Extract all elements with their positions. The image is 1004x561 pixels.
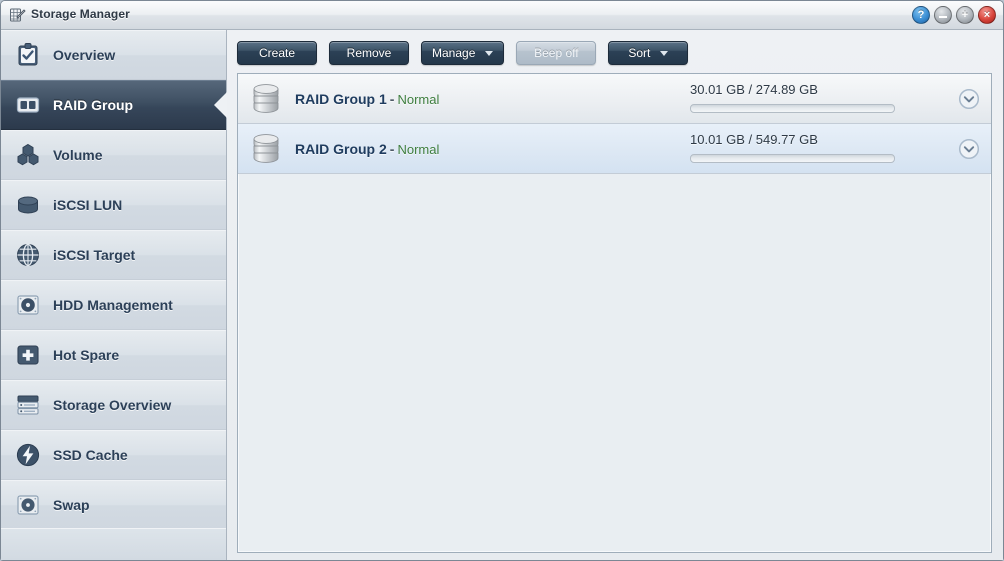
chevron-down-icon <box>485 50 494 56</box>
sidebar-item-swap[interactable]: Swap <box>1 480 226 530</box>
usage-progress-bar <box>690 154 895 163</box>
sidebar-item-iscsi-target[interactable]: iSCSI Target <box>1 230 226 280</box>
title-bar[interactable]: Storage Manager ? + × <box>1 1 1003 30</box>
swap-disk-icon <box>15 492 41 518</box>
sidebar-item-hdd-management[interactable]: HDD Management <box>1 280 226 330</box>
capacity-text: 30.01 GB / 274.89 GB <box>690 82 818 97</box>
maximize-button[interactable]: + <box>956 6 974 24</box>
close-button[interactable]: × <box>978 6 996 24</box>
chevron-down-icon <box>660 50 669 56</box>
beep-off-button[interactable]: Beep off <box>516 41 597 65</box>
raid-group-name-text: RAID Group 1 <box>295 90 387 107</box>
capacity-text: 10.01 GB / 549.77 GB <box>690 132 818 147</box>
sidebar-filler <box>1 528 226 560</box>
minimize-button[interactable] <box>934 6 952 24</box>
sidebar: Overview RAID Group Volume iSCSI LUN iSC… <box>1 30 227 560</box>
raid-group-separator: - <box>389 90 395 107</box>
manage-button-label: Manage <box>432 46 476 60</box>
server-rack-icon <box>15 392 41 418</box>
storage-manager-icon <box>9 7 26 24</box>
volume-hexagons-icon <box>15 142 41 168</box>
create-button-label: Create <box>258 46 296 60</box>
clipboard-check-icon <box>15 42 41 68</box>
sort-button-label: Sort <box>628 46 651 60</box>
sidebar-item-volume[interactable]: Volume <box>1 130 226 180</box>
raid-group-separator: - <box>389 140 395 157</box>
disk-stack-icon <box>251 83 281 115</box>
sidebar-item-hot-spare[interactable]: Hot Spare <box>1 330 226 380</box>
beep-off-button-label: Beep off <box>534 46 579 60</box>
storage-manager-window: Storage Manager ? + × Overview RAID Grou… <box>0 0 1004 561</box>
main-panel: Create Remove Manage Beep off Sort RAID … <box>227 30 1003 560</box>
status-badge: Normal <box>397 91 440 107</box>
sidebar-item-label: SSD Cache <box>53 447 128 463</box>
usage-progress-bar <box>690 104 895 113</box>
manage-button[interactable]: Manage <box>421 41 505 65</box>
sidebar-item-overview[interactable]: Overview <box>1 30 226 80</box>
plus-square-icon <box>15 342 41 368</box>
chevron-down-circle-icon[interactable] <box>958 138 980 160</box>
window-body: Overview RAID Group Volume iSCSI LUN iSC… <box>1 30 1003 560</box>
create-button[interactable]: Create <box>237 41 317 65</box>
help-button[interactable]: ? <box>912 6 930 24</box>
sidebar-item-ssd-cache[interactable]: SSD Cache <box>1 430 226 480</box>
window-title: Storage Manager <box>31 7 130 21</box>
raid-group-icon <box>15 92 41 118</box>
sidebar-item-label: iSCSI LUN <box>53 197 123 213</box>
toolbar: Create Remove Manage Beep off Sort <box>237 41 689 65</box>
remove-button-label: Remove <box>346 46 392 60</box>
lun-cylinder-icon <box>15 192 41 218</box>
sidebar-item-label: Swap <box>53 497 90 513</box>
status-badge: Normal <box>397 141 440 157</box>
chevron-down-circle-icon[interactable] <box>958 88 980 110</box>
sidebar-item-label: HDD Management <box>53 297 173 313</box>
sidebar-item-label: Hot Spare <box>53 347 120 363</box>
table-row[interactable]: RAID Group 2- Normal 10.01 GB / 549.77 GB <box>238 124 991 174</box>
globe-icon <box>15 242 41 268</box>
raid-group-name: RAID Group 2- Normal <box>295 141 439 157</box>
sidebar-item-raid-group[interactable]: RAID Group <box>1 80 226 130</box>
raid-group-name-text: RAID Group 2 <box>295 140 387 157</box>
sort-button[interactable]: Sort <box>608 41 689 65</box>
window-controls: ? + × <box>912 6 996 24</box>
sidebar-item-label: Overview <box>53 47 116 63</box>
disk-stack-icon <box>251 133 281 165</box>
sidebar-item-label: iSCSI Target <box>53 247 136 263</box>
sidebar-item-label: RAID Group <box>53 97 134 113</box>
sidebar-item-storage-overview[interactable]: Storage Overview <box>1 380 226 430</box>
hard-disk-icon <box>15 292 41 318</box>
raid-group-list: RAID Group 1- Normal 30.01 GB / 274.89 GB <box>237 73 992 553</box>
table-row[interactable]: RAID Group 1- Normal 30.01 GB / 274.89 GB <box>238 74 991 124</box>
sidebar-item-label: Storage Overview <box>53 397 172 413</box>
sidebar-item-iscsi-lun[interactable]: iSCSI LUN <box>1 180 226 230</box>
raid-group-name: RAID Group 1- Normal <box>295 91 439 107</box>
sidebar-item-label: Volume <box>53 147 103 163</box>
remove-button[interactable]: Remove <box>329 41 409 65</box>
lightning-bolt-icon <box>15 442 41 468</box>
